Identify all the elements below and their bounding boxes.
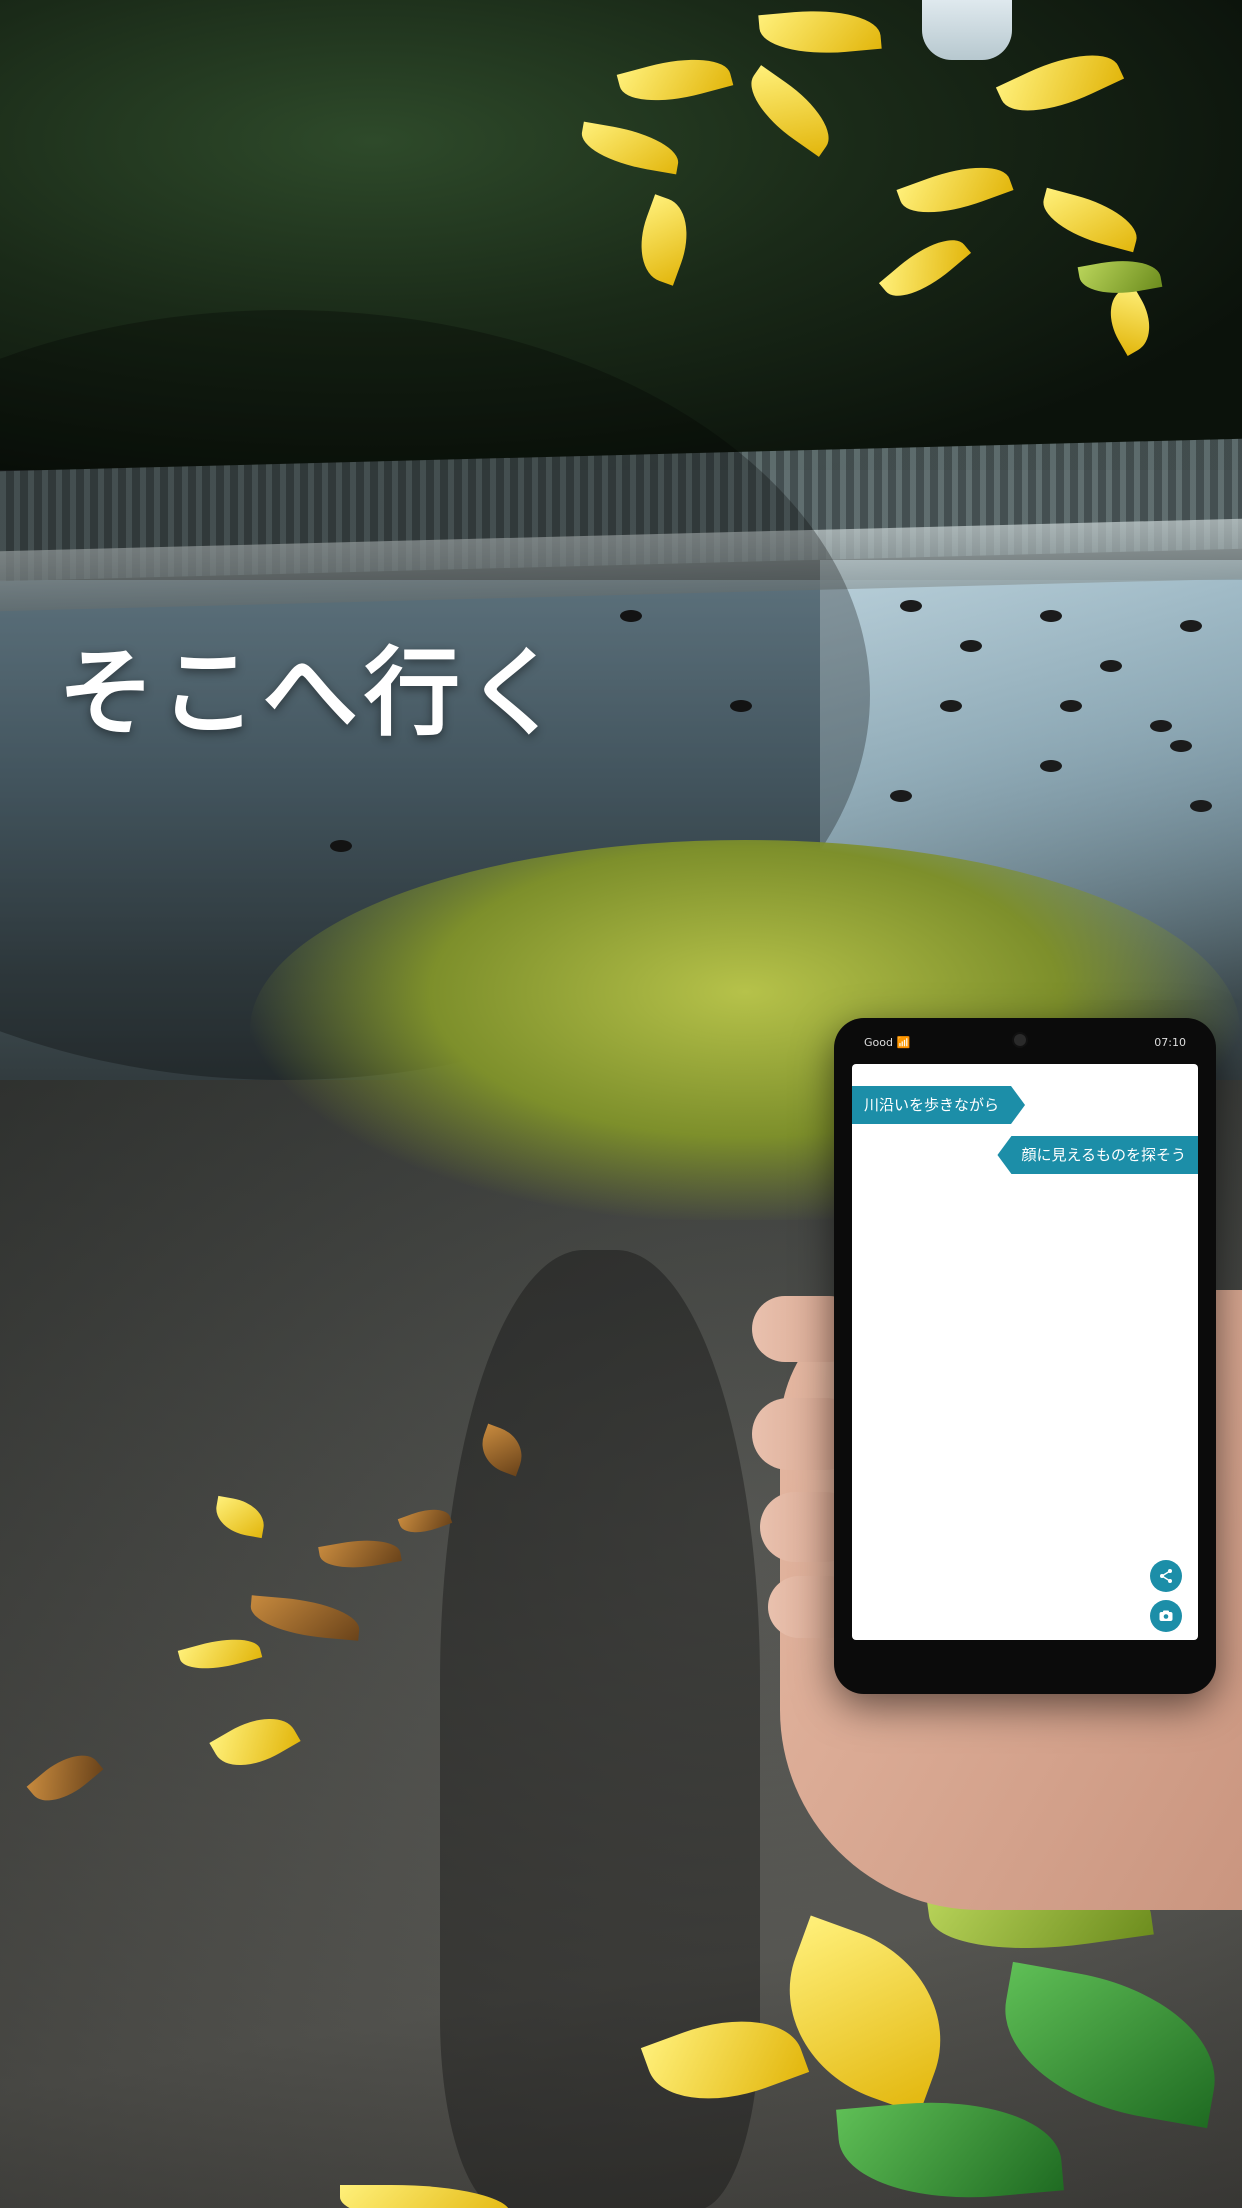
duck <box>1180 620 1202 632</box>
camera-button[interactable] <box>1150 1600 1182 1632</box>
duck <box>1100 660 1122 672</box>
chat-screen: 川沿いを歩きながら 顔に見えるものを探そう <box>852 1064 1198 1640</box>
share-icon <box>1160 1569 1172 1583</box>
duck <box>1040 760 1062 772</box>
headline: そこへ行く <box>58 637 568 749</box>
carrier-signal: Good 📶 <box>864 1036 911 1049</box>
duck <box>1040 610 1062 622</box>
duck <box>900 600 922 612</box>
duck <box>1150 720 1172 732</box>
clock: 07:10 <box>1154 1036 1186 1049</box>
camera-icon <box>1159 1610 1173 1621</box>
sky-patch <box>922 0 1012 60</box>
duck <box>940 700 962 712</box>
share-button[interactable] <box>1150 1560 1182 1592</box>
duck <box>1060 700 1082 712</box>
front-camera <box>1012 1032 1028 1048</box>
smartphone: Good 📶 07:10 川沿いを歩きながら 顔に見えるものを探そう <box>834 1018 1216 1694</box>
duck <box>1170 740 1192 752</box>
chat-message: 川沿いを歩きながら <box>852 1086 1025 1124</box>
duck <box>1190 800 1212 812</box>
duck <box>960 640 982 652</box>
chat-message: 顔に見えるものを探そう <box>997 1136 1198 1174</box>
duck <box>890 790 912 802</box>
